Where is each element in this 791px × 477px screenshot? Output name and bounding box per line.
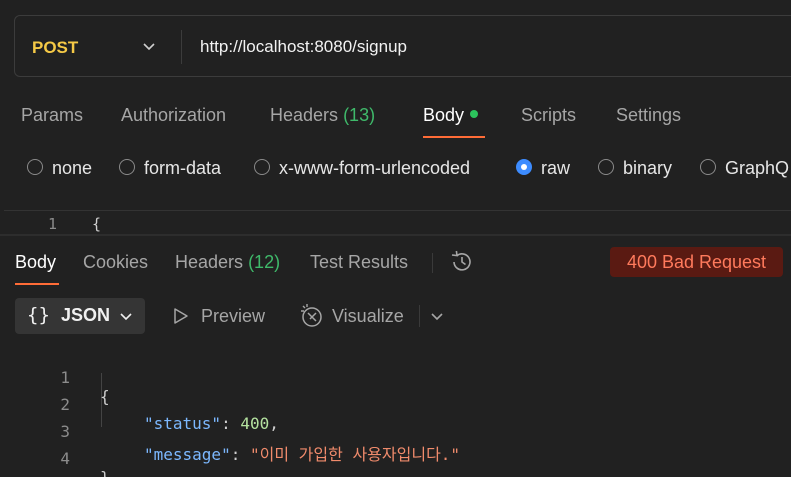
tab-headers[interactable]: Headers (13): [270, 105, 375, 126]
format-select[interactable]: {} JSON: [15, 298, 145, 334]
tab-params[interactable]: Params: [21, 105, 83, 126]
radio-circle-icon: [27, 159, 43, 176]
radio-label: form-data: [144, 158, 222, 178]
history-icon[interactable]: [449, 250, 475, 274]
json-braces-icon: {}: [27, 304, 50, 326]
format-label: JSON: [61, 305, 111, 325]
url-bar: POST http://localhost:8080/signup: [14, 15, 791, 77]
code-text: {: [92, 215, 102, 232]
response-active-tab-indicator: [15, 283, 59, 285]
chevron-down-icon: [120, 313, 132, 321]
radio-graphql[interactable]: GraphQ: [700, 158, 789, 179]
radio-circle-icon: [598, 159, 614, 176]
tab-body[interactable]: Body: [423, 105, 479, 126]
json-colon: :: [230, 445, 250, 464]
visualize-button[interactable]: Visualize: [332, 306, 404, 327]
radio-x-www-form-urlencoded[interactable]: x-www-form-urlencoded: [254, 158, 470, 179]
line-number: 1: [48, 215, 58, 232]
json-value: 400: [240, 414, 270, 433]
chevron-down-icon[interactable]: [430, 309, 444, 323]
json-key: "status": [144, 414, 222, 433]
line-number: 2: [60, 395, 70, 414]
radio-circle-icon: [700, 159, 716, 176]
preview-button[interactable]: Preview: [201, 306, 265, 327]
response-tab-body[interactable]: Body: [15, 252, 56, 273]
radio-label: raw: [541, 158, 571, 178]
tab-settings[interactable]: Settings: [616, 105, 681, 126]
response-tab-cookies[interactable]: Cookies: [83, 252, 148, 273]
json-comma: ,: [269, 414, 279, 433]
radio-label: binary: [623, 158, 673, 178]
radio-label: x-www-form-urlencoded: [279, 158, 471, 178]
code-line: 2 "status": 400,: [0, 376, 279, 433]
code-line: 1 {: [0, 349, 109, 406]
modified-dot-icon: [470, 110, 479, 119]
divider: [419, 305, 420, 327]
code-line: 3 "message": "이미 가입한 사용자입니다.": [0, 403, 460, 464]
play-icon: [174, 308, 188, 324]
radio-none[interactable]: none: [27, 158, 92, 179]
code-line: 4 }: [0, 430, 109, 477]
pane-resize-handle[interactable]: [0, 234, 791, 236]
response-tab-test-results[interactable]: Test Results: [310, 252, 408, 273]
tab-headers-label: Headers: [270, 105, 339, 125]
line-number: 1: [60, 368, 70, 387]
code-brace: }: [100, 468, 110, 477]
tab-scripts[interactable]: Scripts: [521, 105, 576, 126]
response-headers-count: (12): [248, 252, 281, 272]
status-badge[interactable]: 400 Bad Request: [610, 247, 783, 277]
line-number: 3: [60, 422, 70, 441]
line-number: 4: [60, 449, 70, 468]
radio-form-data[interactable]: form-data: [119, 158, 221, 179]
radio-binary[interactable]: binary: [598, 158, 672, 179]
json-key: "message": [144, 445, 231, 464]
method-select[interactable]: POST: [32, 38, 78, 58]
radio-circle-icon: [254, 159, 270, 176]
visualize-icon: [301, 304, 322, 327]
json-colon: :: [221, 414, 241, 433]
response-tab-headers-label: Headers: [175, 252, 244, 272]
active-tab-indicator: [423, 136, 485, 138]
tab-body-label: Body: [423, 105, 465, 125]
divider: [432, 253, 433, 273]
divider: [181, 30, 182, 64]
tab-authorization[interactable]: Authorization: [121, 105, 226, 126]
response-tab-headers[interactable]: Headers (12): [175, 252, 280, 273]
url-input[interactable]: http://localhost:8080/signup: [200, 37, 407, 57]
headers-count: (13): [343, 105, 376, 125]
request-body-editor[interactable]: 1 {: [4, 210, 791, 232]
code-brace: {: [100, 387, 110, 406]
radio-label: GraphQ: [725, 158, 790, 178]
json-value: "이미 가입한 사용자입니다.": [249, 445, 461, 464]
radio-label: none: [52, 158, 93, 178]
radio-raw[interactable]: raw: [516, 158, 570, 179]
radio-checked-icon: [516, 159, 532, 176]
chevron-down-icon[interactable]: [142, 39, 156, 53]
radio-circle-icon: [119, 159, 135, 176]
